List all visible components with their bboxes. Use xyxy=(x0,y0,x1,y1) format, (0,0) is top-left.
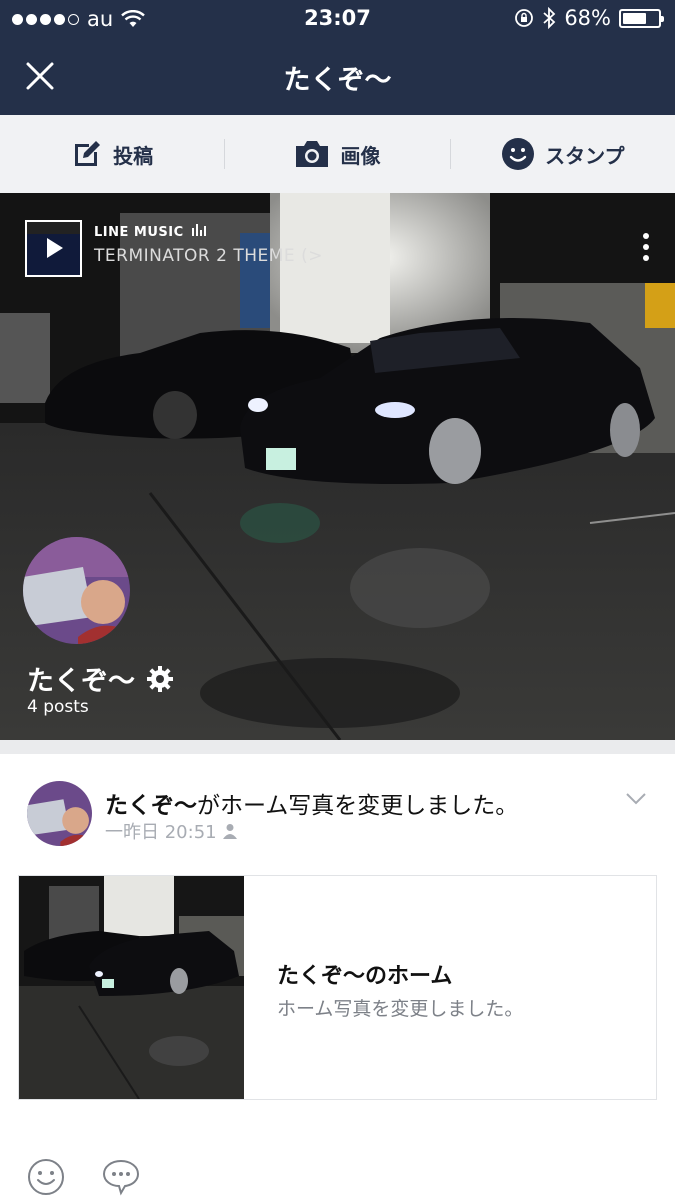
nav-bar: たくぞ〜 xyxy=(0,38,675,115)
post-button-label: 投稿 xyxy=(113,143,154,168)
post-button[interactable]: 投稿 xyxy=(0,115,224,193)
post-count: 4 posts xyxy=(27,697,89,717)
cover-photo[interactable]: LINE MUSIC TERMINATOR 2 THEME (> たくぞ〜 4 … xyxy=(0,193,675,740)
more-options-icon[interactable] xyxy=(643,233,649,261)
post-actions xyxy=(27,1158,141,1196)
post-headline: たくぞ〜がホーム写真を変更しました。 xyxy=(105,786,518,820)
card-image xyxy=(19,876,244,1099)
image-button[interactable]: 画像 xyxy=(225,115,449,193)
avatar[interactable] xyxy=(23,537,130,644)
rotation-lock-icon xyxy=(515,9,534,27)
battery-fill xyxy=(623,12,647,24)
music-info: LINE MUSIC TERMINATOR 2 THEME (> xyxy=(94,220,323,277)
section-divider xyxy=(0,740,675,754)
smile-icon xyxy=(502,138,535,170)
post-avatar[interactable] xyxy=(27,781,92,846)
status-bar: au 23:07 68% xyxy=(0,0,675,38)
card-thumbnail xyxy=(19,876,244,1099)
like-icon[interactable] xyxy=(27,1158,65,1196)
album-art xyxy=(25,220,82,277)
avatar-image xyxy=(27,781,92,846)
bluetooth-icon xyxy=(543,7,556,29)
timeline-post: たくぞ〜がホーム写真を変更しました。 一昨日 20:51 たくぞ〜のホーム ホー… xyxy=(0,754,675,1200)
post-card[interactable]: たくぞ〜のホーム ホーム写真を変更しました。 xyxy=(18,875,657,1100)
person-icon xyxy=(222,824,237,839)
battery-icon xyxy=(619,8,664,28)
sticker-button[interactable]: スタンプ xyxy=(451,115,675,193)
post-author[interactable]: たくぞ〜 xyxy=(105,793,197,819)
battery-percent: 68% xyxy=(564,6,611,30)
gear-icon[interactable] xyxy=(145,664,175,694)
image-button-label: 画像 xyxy=(340,143,381,168)
comment-icon[interactable] xyxy=(101,1158,141,1196)
avatar-image xyxy=(23,537,130,644)
card-subtitle: ホーム写真を変更しました。 xyxy=(277,998,524,1020)
play-icon xyxy=(27,222,80,275)
post-meta: 一昨日 20:51 xyxy=(105,818,237,844)
post-action-text: がホーム写真を変更しました。 xyxy=(197,793,519,819)
music-source: LINE MUSIC xyxy=(94,224,323,240)
camera-icon xyxy=(296,141,329,167)
page-title: たくぞ〜 xyxy=(283,65,392,96)
post-time: 一昨日 20:51 xyxy=(105,822,217,843)
sticker-button-label: スタンプ xyxy=(545,143,625,168)
profile-name: たくぞ〜 xyxy=(27,659,175,698)
action-bar: 投稿 画像 スタンプ xyxy=(0,115,675,193)
music-title: TERMINATOR 2 THEME (> xyxy=(94,246,323,266)
music-widget[interactable]: LINE MUSIC TERMINATOR 2 THEME (> xyxy=(25,220,323,277)
equalizer-icon xyxy=(191,224,206,236)
card-title: たくぞ〜のホーム xyxy=(277,964,453,989)
edit-icon xyxy=(75,141,101,166)
chevron-down-icon[interactable] xyxy=(625,792,647,806)
status-right: 68% xyxy=(514,6,664,30)
